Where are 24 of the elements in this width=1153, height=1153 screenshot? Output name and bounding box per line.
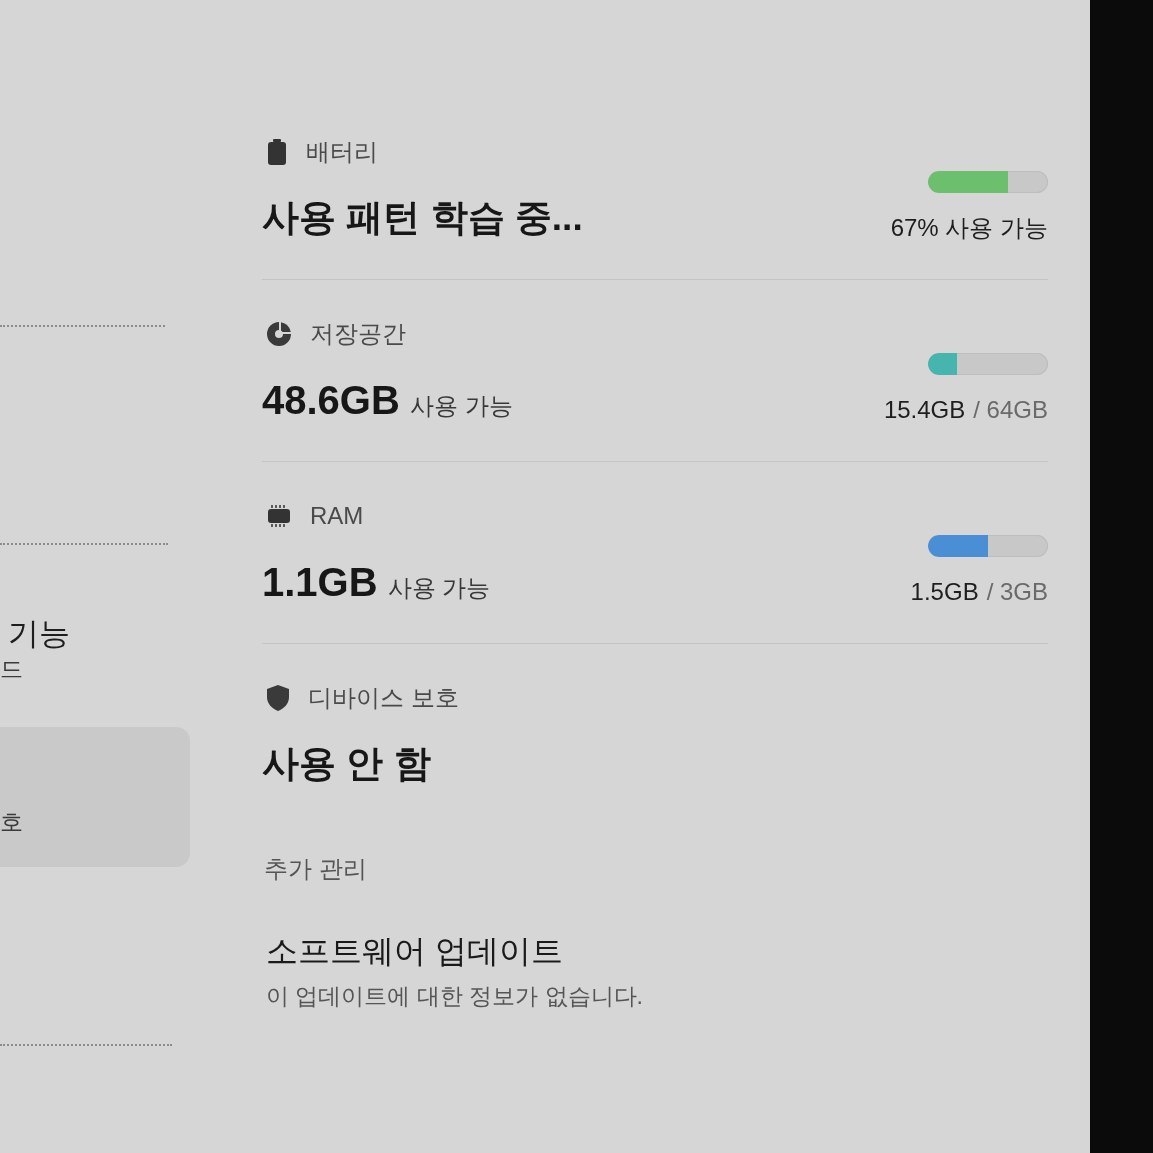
status-value: 1.1GB bbox=[262, 559, 378, 606]
item-title[interactable]: 소프트웨어 업데이트 bbox=[266, 931, 563, 971]
status-value: 사용 패턴 학습 중... bbox=[262, 196, 583, 240]
status-value: 사용 안 함 bbox=[262, 742, 431, 786]
sidebar-item[interactable]: 호 bbox=[0, 727, 190, 867]
shield-icon bbox=[267, 685, 289, 711]
usage-reading: 15.4GB bbox=[883, 395, 966, 425]
usage-reading: 67% 사용 가능 bbox=[890, 213, 1048, 243]
sidebar-item[interactable]: 기능 드 bbox=[0, 614, 190, 684]
status-value: 48.6GB bbox=[262, 377, 400, 424]
usage-reading: 1.5GB bbox=[910, 577, 979, 607]
pie-chart-icon bbox=[267, 322, 291, 346]
capacity-total: / 64GB bbox=[973, 395, 1048, 425]
capacity-total: / 3GB bbox=[986, 577, 1048, 607]
status-note: 사용 가능 bbox=[409, 391, 513, 421]
section-header: 추가 관리 bbox=[263, 854, 367, 884]
chip-icon bbox=[267, 505, 291, 527]
section-label: 배터리 bbox=[306, 137, 378, 167]
section-label: 저장공간 bbox=[310, 319, 406, 349]
status-note: 사용 가능 bbox=[387, 573, 491, 603]
section-label: RAM bbox=[310, 501, 364, 531]
item-subtitle: 이 업데이트에 대한 정보가 없습니다. bbox=[266, 982, 643, 1011]
battery-icon bbox=[267, 139, 287, 165]
section-label: 디바이스 보호 bbox=[308, 683, 459, 713]
